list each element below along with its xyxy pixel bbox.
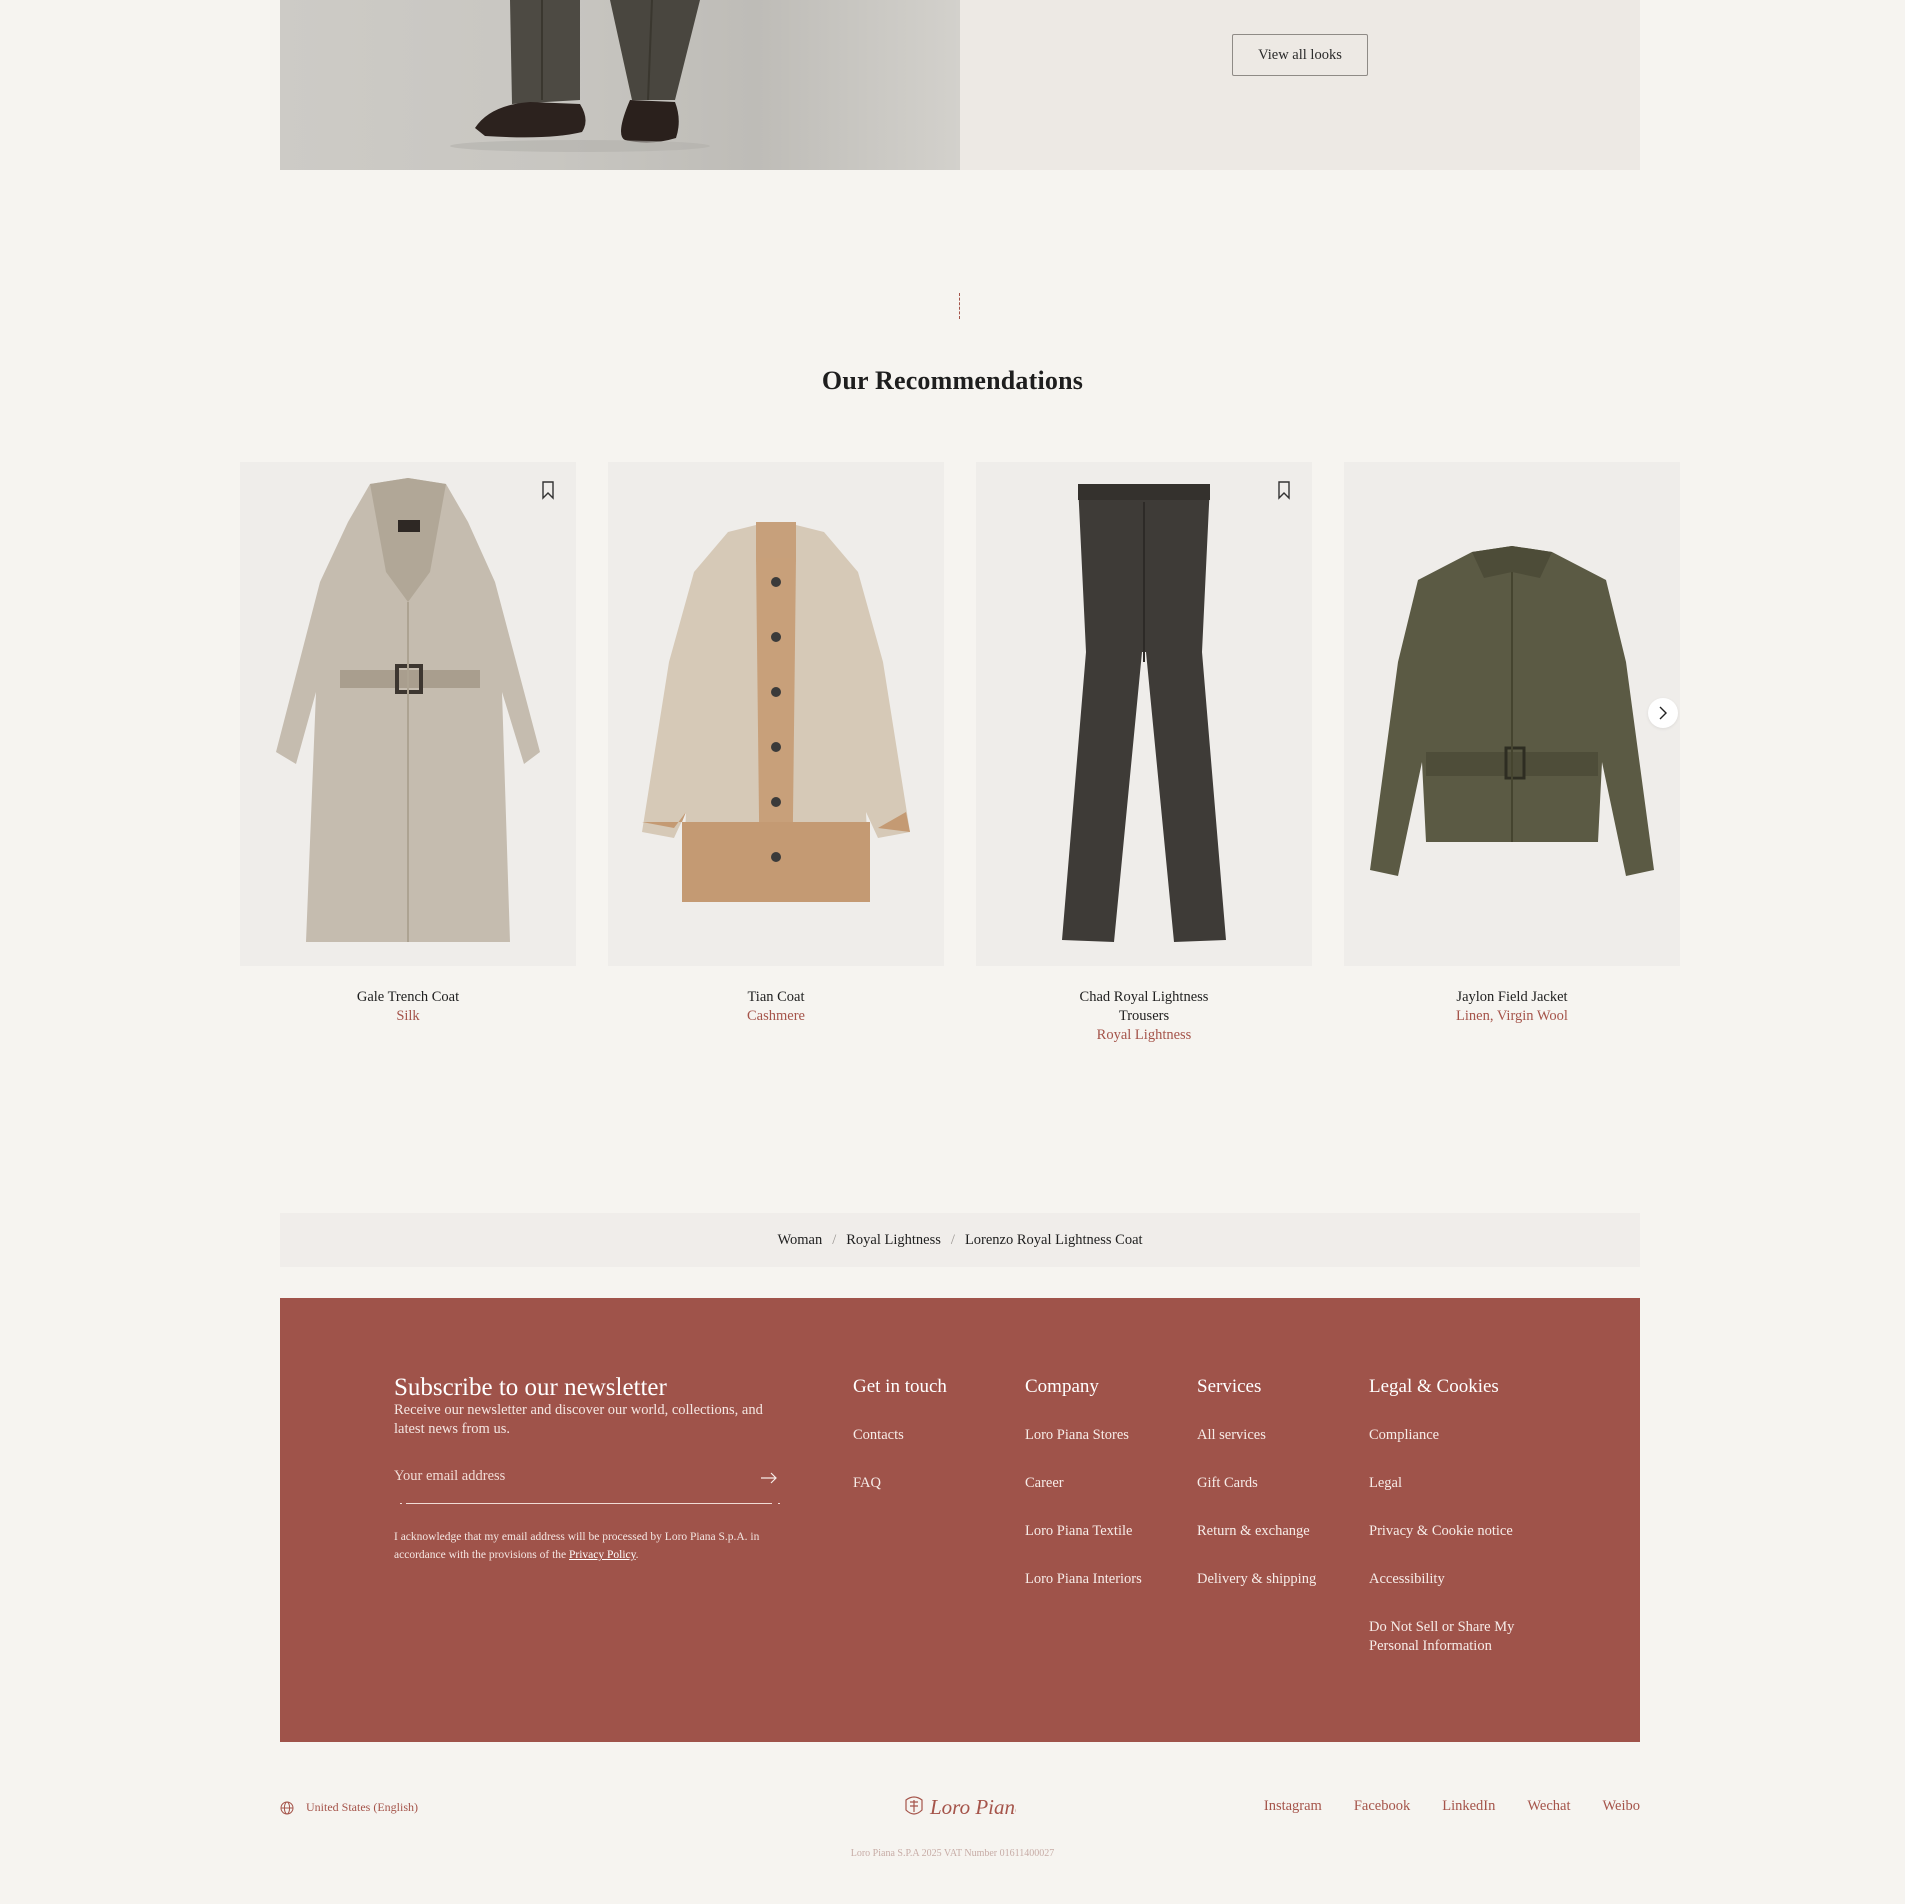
footer-link-all-services[interactable]: All services — [1197, 1426, 1316, 1445]
copyright-notice: Loro Piana S.P.A 2025 VAT Number 0161140… — [850, 1848, 1055, 1859]
globe-icon — [280, 1801, 294, 1814]
arrow-right-icon[interactable] — [760, 1472, 778, 1484]
product-material: Linen, Virgin Wool — [1456, 1008, 1568, 1024]
brand-logo[interactable]: Loro Piana — [902, 1792, 1025, 1827]
product-material: Silk — [396, 1008, 420, 1024]
section-divider — [959, 293, 960, 319]
footer-link-career[interactable]: Career — [1025, 1474, 1142, 1493]
footer-column-title: Legal & Cookies — [1369, 1376, 1499, 1397]
newsletter-title: Subscribe to our newsletter — [394, 1374, 667, 1401]
footer-link-gift-cards[interactable]: Gift Cards — [1197, 1474, 1316, 1493]
footer-link-do-not-sell[interactable]: Do Not Sell or Share My Personal Informa… — [1369, 1618, 1539, 1656]
newsletter-legal-notice: I acknowledge that my email address will… — [394, 1528, 774, 1564]
locale-label: United States (English) — [306, 1800, 418, 1814]
product-material: Cashmere — [747, 1008, 805, 1024]
legal-text-end: . — [635, 1549, 639, 1561]
breadcrumb-item-current[interactable]: Lorenzo Royal Lightness Coat — [965, 1232, 1143, 1249]
bookmark-icon[interactable] — [1276, 480, 1292, 500]
breadcrumb-separator: / — [950, 1231, 955, 1248]
footer-column-title: Get in touch — [853, 1376, 947, 1397]
product-material: Royal Lightness — [1096, 1027, 1192, 1043]
product-image[interactable] — [1344, 462, 1680, 966]
loro-piana-logo-icon: Loro Piana — [905, 1795, 1025, 1819]
product-name[interactable]: Gale Trench Coat — [240, 988, 576, 1007]
footer-link-compliance[interactable]: Compliance — [1369, 1426, 1539, 1445]
product-name[interactable]: Chad Royal Lightness Trousers — [976, 988, 1312, 1026]
footer-link-return-exchange[interactable]: Return & exchange — [1197, 1522, 1316, 1541]
recommendations-title: Our Recommendations — [821, 366, 1084, 395]
looks-section: View all looks — [280, 0, 1640, 170]
product-card[interactable]: Gale Trench Coat Silk — [240, 462, 576, 1026]
bookmark-icon[interactable] — [540, 480, 556, 500]
looks-side-panel: View all looks — [960, 0, 1640, 170]
footer-link-privacy-cookie[interactable]: Privacy & Cookie notice — [1369, 1522, 1539, 1541]
footer-column-services: Services All services Gift Cards Return … — [1197, 1376, 1316, 1618]
social-links: Instagram Facebook LinkedIn Wechat Weibo — [1264, 1798, 1640, 1815]
newsletter-input-underline — [394, 1503, 780, 1504]
product-carousel: Gale Trench Coat Silk Tian Coat Cashmere — [240, 462, 1680, 1062]
product-card[interactable]: Chad Royal Lightness Trousers Royal Ligh… — [976, 462, 1312, 1045]
footer-column-title: Company — [1025, 1376, 1099, 1397]
footer-link-faq[interactable]: FAQ — [853, 1474, 947, 1493]
footer-link-stores[interactable]: Loro Piana Stores — [1025, 1426, 1142, 1445]
look-image — [280, 0, 960, 170]
social-link-facebook[interactable]: Facebook — [1354, 1798, 1410, 1815]
footer-link-accessibility[interactable]: Accessibility — [1369, 1570, 1539, 1589]
newsletter-description: Receive our newsletter and discover our … — [394, 1402, 763, 1437]
product-image[interactable] — [976, 462, 1312, 966]
footer-column-get-in-touch: Get in touch Contacts FAQ — [853, 1376, 947, 1522]
breadcrumb: Woman / Royal Lightness / Lorenzo Royal … — [280, 1213, 1640, 1267]
breadcrumb-separator: / — [832, 1231, 837, 1248]
footer: Subscribe to our newsletter Receive our … — [280, 1298, 1640, 1742]
social-link-instagram[interactable]: Instagram — [1264, 1798, 1322, 1815]
footer-link-interiors[interactable]: Loro Piana Interiors — [1025, 1570, 1142, 1589]
footer-column-title: Services — [1197, 1376, 1262, 1397]
newsletter-email-input[interactable] — [394, 1462, 778, 1490]
newsletter-input-underline-gap — [772, 1503, 778, 1504]
carousel-next-button[interactable] — [1648, 698, 1678, 728]
product-card[interactable]: Tian Coat Cashmere — [608, 462, 944, 1026]
locale-selector[interactable]: United States (English) — [280, 1800, 418, 1815]
view-all-looks-button[interactable]: View all looks — [1232, 34, 1368, 76]
social-link-weibo[interactable]: Weibo — [1603, 1798, 1641, 1815]
footer-column-company: Company Loro Piana Stores Career Loro Pi… — [1025, 1376, 1142, 1618]
chevron-right-icon — [1659, 706, 1667, 720]
product-image[interactable] — [608, 462, 944, 966]
brand-wordmark: Loro Piana — [929, 1795, 1016, 1819]
footer-link-contacts[interactable]: Contacts — [853, 1426, 947, 1445]
footer-link-delivery-shipping[interactable]: Delivery & shipping — [1197, 1570, 1316, 1589]
breadcrumb-item-woman[interactable]: Woman — [777, 1232, 822, 1249]
product-image[interactable] — [240, 462, 576, 966]
breadcrumb-item-royal-lightness[interactable]: Royal Lightness — [846, 1232, 941, 1249]
product-card[interactable]: Jaylon Field Jacket Linen, Virgin Wool — [1344, 462, 1680, 1026]
footer-column-legal: Legal & Cookies Compliance Legal Privacy… — [1369, 1376, 1539, 1685]
social-link-wechat[interactable]: Wechat — [1527, 1798, 1570, 1815]
privacy-policy-link[interactable]: Privacy Policy — [569, 1549, 636, 1561]
product-name[interactable]: Tian Coat — [608, 988, 944, 1007]
social-link-linkedin[interactable]: LinkedIn — [1442, 1798, 1495, 1815]
footer-link-legal[interactable]: Legal — [1369, 1474, 1539, 1493]
product-name[interactable]: Jaylon Field Jacket — [1344, 988, 1680, 1007]
footer-link-textile[interactable]: Loro Piana Textile — [1025, 1522, 1142, 1541]
